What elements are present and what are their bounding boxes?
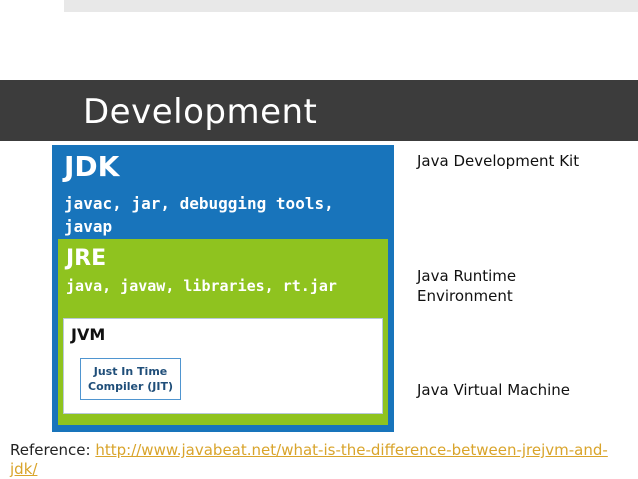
reference-label: Reference: <box>10 441 96 459</box>
jdk-heading: JDK <box>64 150 120 183</box>
reference-line: Reference: http://www.javabeat.net/what-… <box>10 441 630 479</box>
jvm-heading: JVM <box>71 325 106 344</box>
jit-compiler-label: Just In Time Compiler (JIT) <box>88 365 173 393</box>
reference-link[interactable]: http://www.javabeat.net/what-is-the-diff… <box>10 441 608 478</box>
jit-compiler-box: Just In Time Compiler (JIT) <box>80 358 181 400</box>
jre-heading: JRE <box>66 246 107 271</box>
slide-title: Development <box>83 92 318 132</box>
jre-description: Java Runtime Environment <box>417 267 517 305</box>
top-decor-strip <box>64 0 638 12</box>
jdk-tools-text: javac, jar, debugging tools, javap <box>64 194 334 236</box>
jre-tools-text: java, javaw, libraries, rt.jar <box>66 277 337 295</box>
jdk-description: Java Development Kit <box>417 152 580 170</box>
jvm-description: Java Virtual Machine <box>417 381 571 399</box>
